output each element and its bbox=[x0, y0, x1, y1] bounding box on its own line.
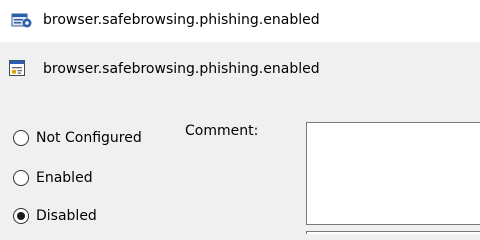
policy-window-icon bbox=[11, 11, 33, 29]
window-title: browser.safebrowsing.phishing.enabled bbox=[43, 12, 320, 28]
radio-not-configured-indicator[interactable] bbox=[13, 130, 29, 146]
policy-title: browser.safebrowsing.phishing.enabled bbox=[43, 61, 320, 77]
radio-disabled[interactable]: Disabled bbox=[13, 205, 97, 227]
window-titlebar: browser.safebrowsing.phishing.enabled bbox=[0, 0, 480, 42]
comment-label: Comment: bbox=[185, 123, 259, 139]
radio-disabled-indicator[interactable] bbox=[13, 208, 29, 224]
policy-setting-icon bbox=[9, 59, 25, 77]
radio-enabled-indicator[interactable] bbox=[13, 170, 29, 186]
radio-disabled-label[interactable]: Disabled bbox=[36, 206, 97, 226]
radio-enabled[interactable]: Enabled bbox=[13, 167, 93, 189]
radio-enabled-label[interactable]: Enabled bbox=[36, 168, 93, 188]
radio-not-configured-label[interactable]: Not Configured bbox=[36, 128, 142, 148]
supported-on-box bbox=[306, 231, 480, 234]
radio-not-configured[interactable]: Not Configured bbox=[13, 127, 142, 149]
comment-input[interactable] bbox=[306, 122, 480, 225]
